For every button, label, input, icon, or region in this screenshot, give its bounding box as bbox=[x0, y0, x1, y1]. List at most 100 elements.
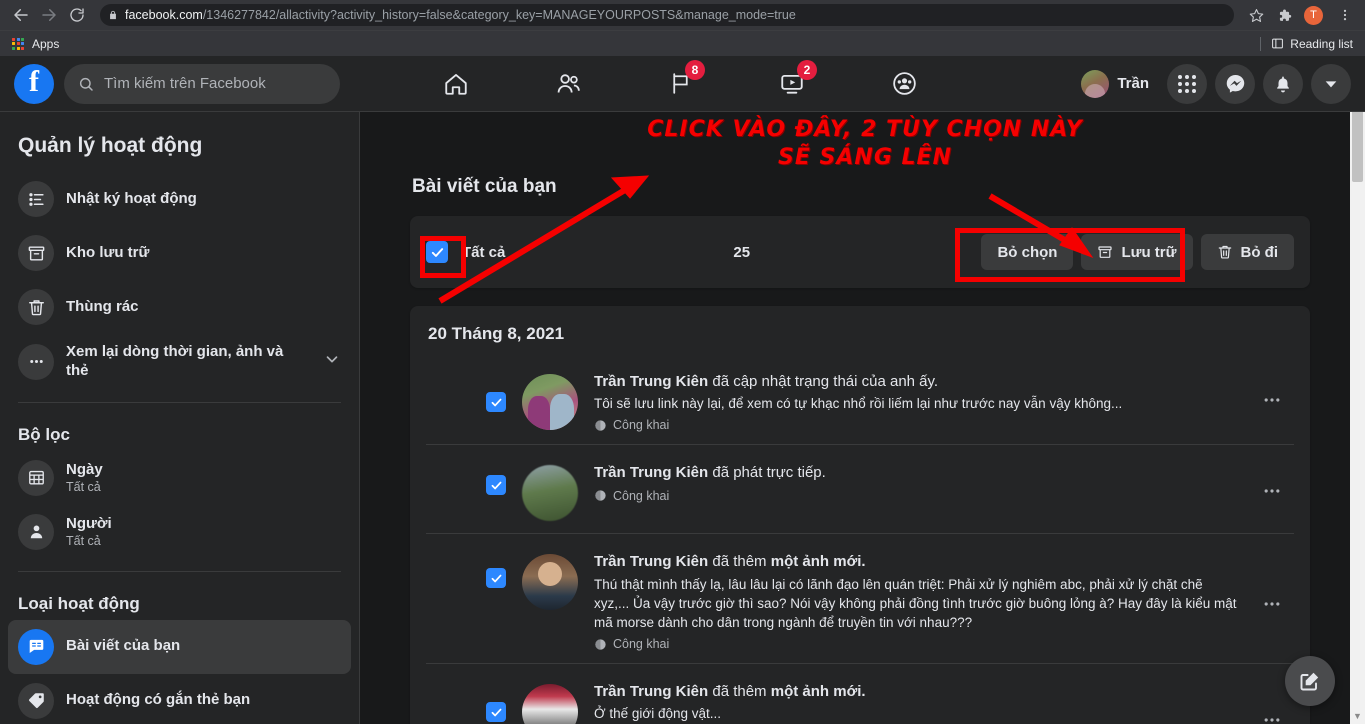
post-privacy-label: Công khai bbox=[613, 488, 670, 503]
post-title: Trần Trung Kiên đã cập nhật trạng thái c… bbox=[594, 372, 1238, 392]
more-horizontal-icon[interactable] bbox=[1254, 586, 1290, 622]
post-privacy: Công khai bbox=[594, 489, 1238, 503]
address-bar[interactable]: facebook.com/1346277842/allactivity?acti… bbox=[100, 4, 1234, 26]
more-dots-icon bbox=[18, 343, 54, 380]
chrome-menu-icon[interactable] bbox=[1333, 3, 1357, 27]
url-text: facebook.com/1346277842/allactivity?acti… bbox=[125, 8, 796, 22]
avatar bbox=[1081, 69, 1110, 98]
compose-fab-button[interactable] bbox=[1285, 656, 1335, 706]
delete-button[interactable]: Bỏ đi bbox=[1200, 234, 1294, 270]
post-title: Trần Trung Kiên đã thêm một ảnh mới. bbox=[594, 682, 1238, 702]
facebook-topbar-right: Trần bbox=[1077, 63, 1351, 104]
more-horizontal-icon[interactable] bbox=[1254, 382, 1290, 418]
page-body: Quản lý hoạt động Nhật ký hoạt động Kho … bbox=[0, 112, 1365, 724]
post-checkbox[interactable] bbox=[486, 475, 506, 496]
selected-count: 25 bbox=[733, 243, 751, 261]
bookmarks-bar: Apps Reading list bbox=[0, 30, 1365, 56]
person-icon bbox=[18, 513, 54, 550]
nav-home[interactable] bbox=[429, 62, 483, 106]
sidebar-item-your-posts[interactable]: Bài viết của bạn bbox=[8, 619, 351, 674]
avatar bbox=[522, 684, 578, 724]
post-body: Trần Trung Kiên đã thêm một ảnh mới. Thú… bbox=[594, 546, 1238, 651]
facebook-topbar: f Tìm kiếm trên Facebook 8 2 Trần bbox=[0, 56, 1365, 112]
sidebar-item-archive[interactable]: Kho lưu trữ bbox=[8, 226, 351, 280]
grid-menu-icon[interactable] bbox=[1167, 63, 1207, 104]
bell-icon[interactable] bbox=[1263, 63, 1303, 104]
bookmark-star-icon[interactable] bbox=[1244, 3, 1268, 27]
avatar bbox=[522, 554, 578, 611]
nav-friends[interactable] bbox=[541, 62, 595, 106]
post-bubble-icon bbox=[18, 628, 54, 665]
nav-groups[interactable] bbox=[877, 62, 931, 106]
reading-list-icon bbox=[1272, 38, 1284, 49]
post-action: đã phát trực tiếp. bbox=[708, 464, 826, 482]
groups-icon bbox=[892, 72, 916, 95]
apps-grid-icon[interactable] bbox=[12, 37, 24, 50]
checkbox-checked-icon bbox=[491, 574, 501, 583]
sidebar-item-review-timeline[interactable]: Xem lại dòng thời gian, ảnh và thẻ bbox=[8, 334, 351, 390]
sidebar-item-label: Bài viết của bạn bbox=[66, 637, 181, 655]
facebook-logo-icon[interactable]: f bbox=[14, 63, 54, 104]
page-scrollbar[interactable]: ▲ ▼ bbox=[1350, 56, 1365, 724]
checkbox-checked-icon bbox=[491, 708, 501, 716]
back-arrow-icon[interactable] bbox=[8, 2, 34, 28]
list-item[interactable]: Trần Trung Kiên đã cập nhật trạng thái c… bbox=[426, 354, 1294, 446]
list-item[interactable]: Trần Trung Kiên đã thêm một ảnh mới. Ở t… bbox=[426, 664, 1294, 724]
reading-list-button[interactable]: Reading list bbox=[1260, 36, 1353, 51]
nav-pages[interactable]: 8 bbox=[653, 59, 707, 106]
date-group-label: 20 Tháng 8, 2021 bbox=[428, 324, 565, 343]
forward-arrow-icon[interactable] bbox=[36, 2, 62, 28]
url-host: facebook.com bbox=[125, 8, 203, 22]
deselect-button[interactable]: Bỏ chọn bbox=[981, 234, 1074, 270]
chevron-down-icon[interactable] bbox=[323, 350, 341, 373]
omnibar-row: facebook.com/1346277842/allactivity?acti… bbox=[0, 0, 1365, 30]
post-action: đã thêm bbox=[708, 683, 771, 701]
search-icon bbox=[79, 77, 93, 91]
list-item[interactable]: Trần Trung Kiên đã thêm một ảnh mới. Thú… bbox=[426, 534, 1294, 665]
search-placeholder: Tìm kiếm trên Facebook bbox=[104, 75, 266, 92]
tag-icon bbox=[18, 682, 54, 719]
sidebar-item-activity-log[interactable]: Nhật ký hoạt động bbox=[8, 172, 351, 226]
chrome-profile-avatar[interactable]: T bbox=[1304, 5, 1323, 25]
nav-watch[interactable]: 2 bbox=[765, 59, 819, 106]
bookmark-apps-label[interactable]: Apps bbox=[32, 37, 59, 51]
more-horizontal-icon[interactable] bbox=[1254, 702, 1290, 724]
sidebar-divider bbox=[18, 401, 341, 403]
sidebar-item-label: Xem lại dòng thời gian, ảnh và thẻ bbox=[66, 343, 284, 379]
select-all-checkbox[interactable] bbox=[426, 241, 448, 263]
sidebar-filter-sub: Tất cả bbox=[66, 534, 101, 549]
nav-watch-badge: 2 bbox=[797, 59, 817, 80]
archive-button[interactable]: Lưu trữ bbox=[1081, 234, 1193, 270]
globe-icon bbox=[595, 420, 606, 431]
post-checkbox[interactable] bbox=[486, 392, 506, 412]
list-item[interactable]: Trần Trung Kiên đã phát trực tiếp. Công … bbox=[426, 445, 1294, 535]
sidebar-item-trash[interactable]: Thùng rác bbox=[8, 280, 351, 334]
profile-name: Trần bbox=[1117, 75, 1149, 92]
reload-icon[interactable] bbox=[64, 2, 90, 28]
sidebar-activity-heading: Loại hoạt động bbox=[18, 593, 140, 613]
search-input[interactable]: Tìm kiếm trên Facebook bbox=[64, 63, 340, 104]
post-privacy-label: Công khai bbox=[613, 418, 670, 433]
messenger-icon[interactable] bbox=[1215, 63, 1255, 104]
post-privacy: Công khai bbox=[594, 637, 1238, 651]
post-text: Ở thế giới động vật... bbox=[594, 706, 721, 722]
sidebar-filter-text: Người Tất cả bbox=[66, 515, 112, 549]
scroll-down-arrow[interactable]: ▼ bbox=[1353, 709, 1362, 724]
sidebar-item-tagged-activity[interactable]: Hoạt động có gắn thẻ bạn bbox=[8, 674, 351, 724]
post-checkbox[interactable] bbox=[486, 702, 506, 723]
browser-chrome: facebook.com/1346277842/allactivity?acti… bbox=[0, 0, 1365, 56]
sidebar-filters-heading: Bộ lọc bbox=[18, 424, 70, 444]
more-horizontal-icon[interactable] bbox=[1254, 473, 1290, 509]
main-content: Bài viết của bạn Tất cả 25 Bỏ chọn Lưu t… bbox=[360, 112, 1365, 724]
select-all-label: Tất cả bbox=[462, 243, 506, 261]
sidebar-filter-date[interactable]: Ngày Tất cả bbox=[8, 451, 351, 505]
chevron-down-icon[interactable] bbox=[1311, 63, 1351, 104]
post-body: Trần Trung Kiên đã thêm một ảnh mới. Ở t… bbox=[594, 676, 1238, 724]
profile-button[interactable]: Trần bbox=[1077, 66, 1159, 102]
post-author: Trần Trung Kiên bbox=[594, 464, 709, 482]
extensions-puzzle-icon[interactable] bbox=[1272, 3, 1296, 27]
sidebar-filter-people[interactable]: Người Tất cả bbox=[8, 505, 351, 559]
post-text: Thú thật mình thấy lạ, lâu lâu lại có lã… bbox=[594, 576, 1237, 630]
url-path: /1346277842/allactivity?activity_history… bbox=[202, 8, 796, 22]
post-checkbox[interactable] bbox=[486, 568, 506, 589]
